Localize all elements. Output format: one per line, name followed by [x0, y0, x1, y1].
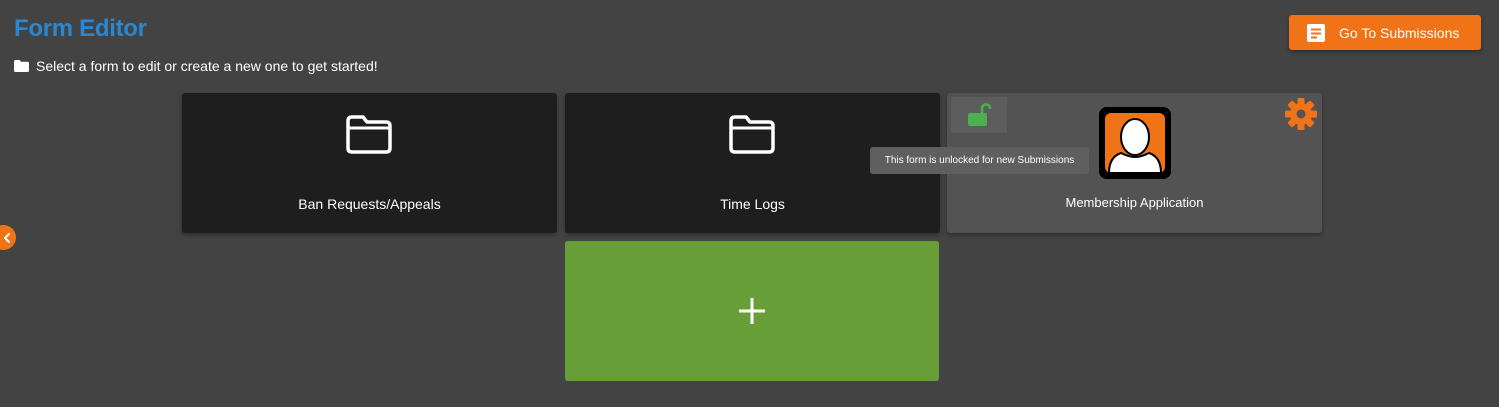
form-card-label: Ban Requests/Appeals: [298, 196, 441, 212]
sidebar-toggle-button[interactable]: [0, 225, 16, 250]
folder-icon: [729, 115, 775, 154]
page-subtitle: Select a form to edit or create a new on…: [14, 58, 378, 74]
user-avatar-icon: [1099, 107, 1171, 179]
gear-icon[interactable]: [1284, 97, 1318, 131]
plus-icon: [739, 298, 765, 324]
document-icon: [1307, 23, 1325, 42]
form-card-label: Membership Application: [1065, 195, 1204, 210]
page-title: Form Editor: [14, 15, 147, 42]
lock-toggle-button[interactable]: [951, 97, 1007, 133]
add-form-button[interactable]: [565, 241, 939, 381]
lock-tooltip: This form is unlocked for new Submission…: [870, 147, 1089, 174]
go-to-submissions-label: Go To Submissions: [1339, 24, 1460, 41]
folder-icon: [346, 115, 392, 154]
form-card-ban-requests[interactable]: Ban Requests/Appeals: [182, 93, 557, 233]
folder-icon: [14, 60, 29, 72]
form-image: [1099, 107, 1171, 179]
page-subtitle-text: Select a form to edit or create a new on…: [36, 58, 378, 74]
go-to-submissions-button[interactable]: Go To Submissions: [1289, 15, 1481, 50]
chevron-left-icon: [4, 232, 10, 243]
form-card-label: Time Logs: [720, 196, 785, 212]
unlock-icon: [968, 103, 991, 126]
